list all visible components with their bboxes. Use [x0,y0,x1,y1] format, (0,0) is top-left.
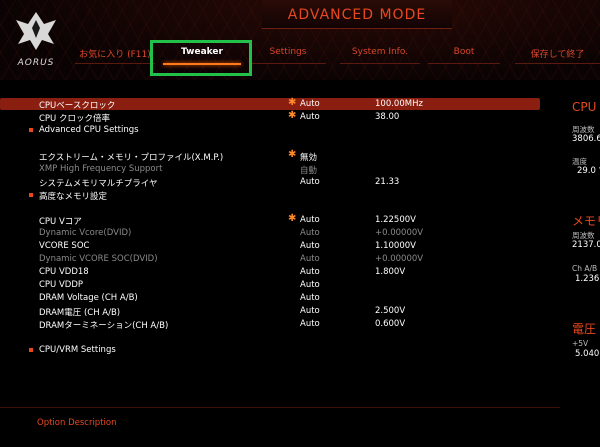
setting-current-value: +0.00000V [375,228,424,238]
memory-freq-value: 2137.0 [572,240,600,250]
star-icon: ✱ [288,149,297,160]
tab-settings[interactable]: Settings [250,47,326,61]
tab-system-info[interactable]: System Info. [340,47,420,61]
tab-boot[interactable]: Boot [428,47,500,61]
setting-current-value: 100.00MHz [375,99,423,109]
setting-current-value: 21.33 [375,177,400,187]
setting-value[interactable]: Auto [300,319,320,329]
submenu-advanced-memory-settings[interactable]: 高度なメモリ設定 [39,190,107,202]
submenu-cpu-vrm-settings[interactable]: CPU/VRM Settings [39,345,116,355]
voltage-5v-value: 5.040 [575,349,600,359]
setting-current-value: 2.500V [375,306,406,316]
aorus-logo-text: AORUS [17,58,55,68]
star-icon: ✱ [288,97,297,108]
setting-value[interactable]: Auto [300,177,320,187]
setting-current-value: +0.00000V [375,254,424,264]
setting-current-value: 1.10000V [375,241,416,251]
setting-label[interactable]: DRAM電圧 (CH A/B) [39,306,120,318]
setting-value[interactable]: Auto [300,306,320,316]
star-icon: ✱ [288,110,297,121]
page-title: ADVANCED MODE [287,7,427,23]
memory-channel-label: Ch A/B [572,264,598,273]
setting-label[interactable]: DRAM Voltage (CH A/B) [39,293,138,303]
submenu-bullet-icon [29,193,33,197]
voltage-5v-label: +5V [572,339,589,348]
aorus-eagle-icon [16,12,56,50]
setting-current-value: 1.800V [375,267,406,277]
setting-value[interactable]: Auto [300,280,320,290]
setting-value[interactable]: Auto [300,267,320,277]
setting-value[interactable]: Auto [300,241,320,251]
setting-current-value: 38.00 [375,112,400,122]
highlight-annotation-box [150,40,252,76]
setting-value: Auto [300,254,320,264]
tab-favorites[interactable]: お気に入り (F11) [75,47,155,61]
memory-channel-value: 1.236 [575,274,600,284]
setting-label[interactable]: システムメモリマルチプライヤ [39,177,158,189]
setting-label[interactable]: CPU Vコア [39,215,82,227]
setting-label[interactable]: CPU クロック倍率 [39,112,110,124]
setting-value[interactable]: Auto [300,112,320,122]
memory-heading: メモリ [572,214,600,228]
star-icon: ✱ [288,213,297,224]
tab-divider [515,63,600,64]
cpu-freq-value: 3806.6 [572,134,600,144]
setting-label: Dynamic Vcore(DVID) [39,228,132,238]
setting-label: Dynamic VCORE SOC(DVID) [39,254,158,264]
setting-label[interactable]: DRAMターミネーション(CH A/B) [39,319,168,331]
setting-value: 自動 [300,166,318,176]
tab-divider [428,63,500,64]
tab-divider [250,63,326,64]
setting-label[interactable]: CPU VDDP [39,280,83,290]
setting-label[interactable]: エクストリーム・メモリ・プロファイル(X.M.P.) [39,151,223,163]
option-description-heading: Option Description [37,418,117,428]
setting-value[interactable]: Auto [300,293,320,303]
cpu-heading: CPU [572,100,597,114]
setting-current-value: 0.600V [375,319,406,329]
divider [0,407,560,408]
tab-divider [75,63,155,64]
setting-label: XMP High Frequency Support [39,164,163,174]
voltage-heading: 電圧 [572,322,597,336]
setting-current-value: 1.22500V [375,215,416,225]
submenu-bullet-icon [29,128,33,132]
submenu-advanced-cpu-settings[interactable]: Advanced CPU Settings [39,125,139,135]
submenu-bullet-icon [29,348,33,352]
setting-value[interactable]: 無効 [300,151,317,163]
header: ADVANCED MODE AORUS お気に入り (F11) Tweaker … [0,0,600,80]
cpu-temp-value: 29.0 ° [577,166,600,176]
setting-label[interactable]: CPU VDD18 [39,267,89,277]
setting-label: CPUベースクロック [39,101,116,111]
setting-value[interactable]: Auto [300,215,320,225]
tab-divider [340,63,420,64]
setting-value[interactable]: Auto [300,99,320,109]
tab-save-exit[interactable]: 保存して終了 [515,47,600,61]
setting-label[interactable]: VCORE SOC [39,241,89,251]
setting-value: Auto [300,228,320,238]
